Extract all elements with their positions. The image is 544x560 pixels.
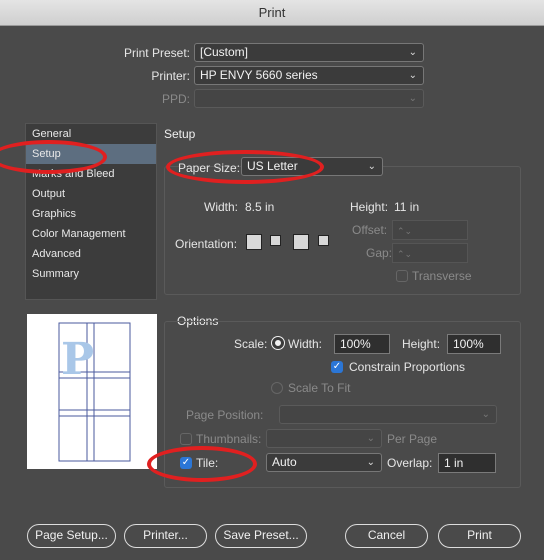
page-setup-button[interactable]: Page Setup... xyxy=(27,524,116,548)
print-preset-select[interactable]: [Custom] ⌄ xyxy=(194,43,424,62)
transverse-label: Transverse xyxy=(412,269,472,283)
tile-label: Tile: xyxy=(196,456,219,470)
sidebar-item-advanced[interactable]: Advanced xyxy=(26,244,156,264)
sidebar-item-setup[interactable]: Setup xyxy=(26,144,156,164)
offset-label: Offset: xyxy=(352,223,388,237)
stepper-icon: ⌃⌄ xyxy=(397,249,413,259)
printer-select[interactable]: HP ENVY 5660 series ⌄ xyxy=(194,66,424,85)
width-value: 8.5 in xyxy=(245,200,275,214)
per-page-label: Per Page xyxy=(387,432,438,446)
chevron-down-icon: ⌄ xyxy=(481,409,490,420)
scale-width-field[interactable]: 100% xyxy=(334,334,390,354)
scale-to-fit-radio[interactable] xyxy=(271,382,283,394)
window-title: Print xyxy=(258,5,286,20)
thumbnails-select[interactable]: ⌄ xyxy=(266,429,382,448)
sidebar-item-general[interactable]: General xyxy=(26,124,156,144)
category-sidebar: General Setup Marks and Bleed Output Gra… xyxy=(25,123,157,300)
sidebar-item-color-management[interactable]: Color Management xyxy=(26,224,156,244)
chevron-down-icon: ⌄ xyxy=(366,433,375,444)
chevron-down-icon: ⌄ xyxy=(408,47,417,58)
overlap-field[interactable]: 1 in xyxy=(438,453,496,473)
tile-value: Auto xyxy=(272,455,297,469)
orientation-label: Orientation: xyxy=(175,237,238,251)
transverse-checkbox[interactable] xyxy=(396,270,408,282)
save-preset-button[interactable]: Save Preset... xyxy=(215,524,307,548)
print-button[interactable]: Print xyxy=(438,524,521,548)
height-value: 11 in xyxy=(394,200,420,214)
scale-height-label: Height: xyxy=(402,337,441,351)
chevron-down-icon: ⌄ xyxy=(366,457,375,468)
reverse-landscape-orientation-icon[interactable] xyxy=(318,235,329,246)
ppd-label: PPD: xyxy=(161,92,190,106)
gap-label: Gap: xyxy=(366,246,393,260)
printer-button[interactable]: Printer... xyxy=(124,524,207,548)
constrain-proportions-label: Constrain Proportions xyxy=(349,360,466,374)
width-label: Width: xyxy=(204,200,239,214)
constrain-proportions-checkbox[interactable]: ✓ xyxy=(331,361,343,373)
window-title-bar: Print xyxy=(0,0,544,26)
ppd-select[interactable]: ⌄ xyxy=(194,89,424,108)
scale-width-label: Width: xyxy=(288,337,323,351)
print-preset-label: Print Preset: xyxy=(123,46,190,60)
offset-field[interactable]: ⌃⌄ xyxy=(392,220,468,240)
thumbnails-checkbox[interactable] xyxy=(180,433,192,445)
printer-value: HP ENVY 5660 series xyxy=(200,68,318,82)
cancel-button[interactable]: Cancel xyxy=(345,524,428,548)
gap-field[interactable]: ⌃⌄ xyxy=(392,243,468,263)
tile-checkbox[interactable]: ✓ xyxy=(180,457,192,469)
page-preview: P xyxy=(27,314,157,469)
chevron-down-icon: ⌄ xyxy=(367,161,376,172)
chevron-down-icon: ⌄ xyxy=(408,70,417,81)
overlap-label: Overlap: xyxy=(387,456,433,470)
scale-width-radio[interactable] xyxy=(272,337,284,349)
portrait-orientation-icon[interactable] xyxy=(246,234,262,250)
tile-select[interactable]: Auto ⌄ xyxy=(266,453,382,472)
thumbnails-label: Thumbnails: xyxy=(196,432,262,446)
reverse-portrait-orientation-icon[interactable] xyxy=(293,234,309,250)
paper-size-select[interactable]: US Letter ⌄ xyxy=(241,157,383,176)
sidebar-item-output[interactable]: Output xyxy=(26,184,156,204)
stepper-icon: ⌃⌄ xyxy=(397,226,413,236)
printer-label: Printer: xyxy=(151,69,190,83)
preview-letter: P xyxy=(61,334,95,385)
landscape-orientation-icon[interactable] xyxy=(270,235,281,246)
page-position-select[interactable]: ⌄ xyxy=(279,405,497,424)
orientation-group xyxy=(246,232,356,252)
page-position-label: Page Position: xyxy=(186,408,264,422)
print-preset-value: [Custom] xyxy=(200,45,249,59)
sidebar-item-graphics[interactable]: Graphics xyxy=(26,204,156,224)
sidebar-item-summary[interactable]: Summary xyxy=(26,264,156,284)
paper-size-value: US Letter xyxy=(247,159,298,173)
height-label: Height: xyxy=(350,200,389,214)
scale-label: Scale: xyxy=(234,337,268,351)
setup-heading: Setup xyxy=(164,127,196,141)
paper-size-label: Paper Size: xyxy=(178,161,241,175)
scale-to-fit-label: Scale To Fit xyxy=(288,381,351,395)
scale-height-field[interactable]: 100% xyxy=(447,334,501,354)
sidebar-item-marks-and-bleed[interactable]: Marks and Bleed xyxy=(26,164,156,184)
chevron-down-icon: ⌄ xyxy=(408,93,417,104)
